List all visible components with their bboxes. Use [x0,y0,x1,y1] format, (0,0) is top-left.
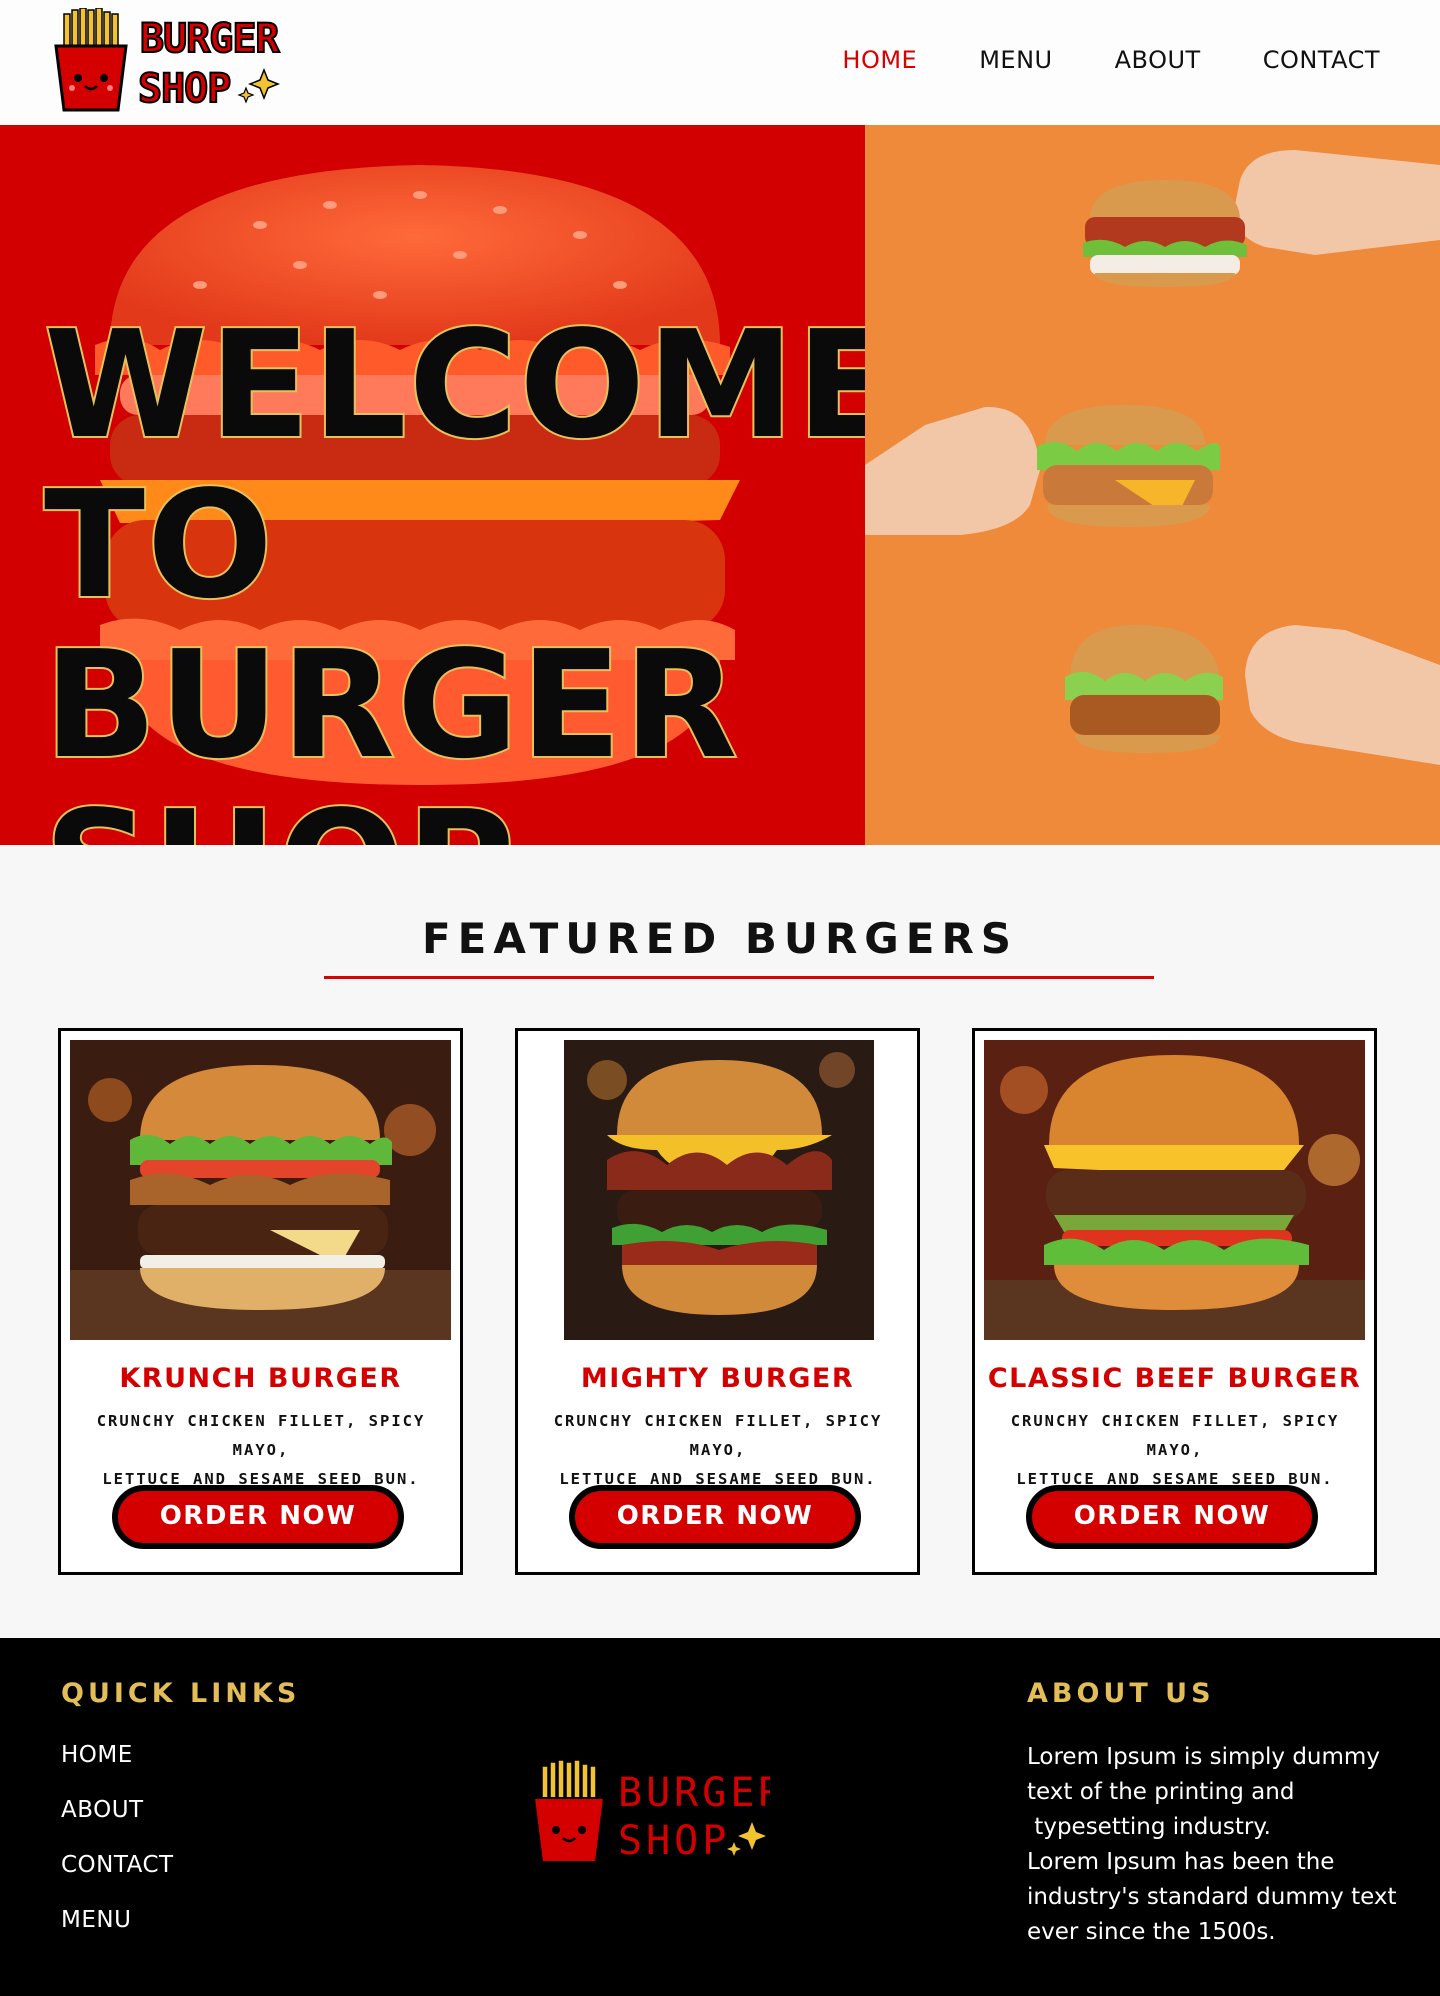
hero-line-4: SHOP [42,783,864,845]
fries-icon [532,1759,606,1863]
footer-logo-text-shop: SHOP [618,1818,730,1864]
nav-contact-link[interactable]: CONTACT [1263,46,1380,74]
footer-link-about[interactable]: ABOUT [61,1797,144,1823]
site-header: BURGER SHOP HOME MENU ABOUT CONTACT [0,0,1440,125]
mighty-burger-photo [527,1040,908,1340]
footer-link-contact[interactable]: CONTACT [61,1852,174,1878]
classic-beef-burger-photo [984,1040,1365,1340]
hero-banner-right [865,125,1440,845]
footer-link-home[interactable]: HOME [61,1742,133,1768]
hero-hands-burgers-image [865,150,1440,765]
hero-line-2: TO [42,459,275,631]
burger-3 [1065,625,1223,753]
featured-section-title: FEATURED BURGERS [421,914,1019,963]
burger-card-krunch: KRUNCH BURGER CRUNCHY CHICKEN FILLET, SP… [58,1028,463,1575]
nav-about-link[interactable]: ABOUT [1115,46,1201,74]
hero-line-3: BURGER [42,619,740,791]
logo-text-burger: BURGER [140,16,280,62]
sparkle-icon [237,67,281,104]
order-now-button[interactable]: ORDER NOW [1026,1485,1318,1549]
card-title: MIGHTY BURGER [580,1363,855,1394]
hero-line-1: WELCOME [42,299,865,471]
card-title: CLASSIC BEEF BURGER [987,1363,1362,1394]
burger-2 [1037,405,1220,527]
order-now-button[interactable]: ORDER NOW [569,1485,861,1549]
hero-banner-left: WELCOME TO BURGER SHOP [0,125,865,845]
burger-1 [1083,180,1247,287]
card-description: CRUNCHY CHICKEN FILLET, SPICY MAYO, LETT… [1010,1412,1340,1488]
card-title: KRUNCH BURGER [119,1363,402,1394]
about-us-heading: ABOUT US [1027,1678,1215,1709]
footer-link-menu[interactable]: MENU [61,1907,131,1933]
nav-menu-link[interactable]: MENU [979,46,1052,74]
burger-card-mighty: MIGHTY BURGER CRUNCHY CHICKEN FILLET, SP… [515,1028,920,1575]
hero-headline: WELCOME TO BURGER SHOP [42,299,865,845]
order-now-button[interactable]: ORDER NOW [112,1485,404,1549]
card-description: CRUNCHY CHICKEN FILLET, SPICY MAYO, LETT… [96,1412,426,1488]
featured-title-underline [324,976,1154,979]
burger-shop-logo[interactable]: BURGER SHOP [52,8,292,114]
burger-card-classic-beef: CLASSIC BEEF BURGER CRUNCHY CHICKEN FILL… [972,1028,1377,1575]
footer-logo-text-burger: BURGER [618,1770,770,1816]
about-us-text: Lorem Ipsum is simply dummy text of the … [1027,1744,1397,1945]
footer-burger-shop-logo[interactable]: BURGER SHOP [530,1758,770,1870]
sparkle-icon [727,1822,766,1856]
main-nav: HOME MENU ABOUT CONTACT [780,46,1380,74]
krunch-burger-photo [70,1040,451,1340]
site-footer: QUICK LINKS HOME ABOUT CONTACT MENU BURG… [0,1638,1440,1996]
logo-text-shop: SHOP [138,66,230,112]
card-description: CRUNCHY CHICKEN FILLET, SPICY MAYO, LETT… [553,1412,883,1488]
fries-icon [54,8,128,112]
nav-home-link[interactable]: HOME [842,46,917,74]
quick-links-heading: QUICK LINKS [61,1678,301,1709]
